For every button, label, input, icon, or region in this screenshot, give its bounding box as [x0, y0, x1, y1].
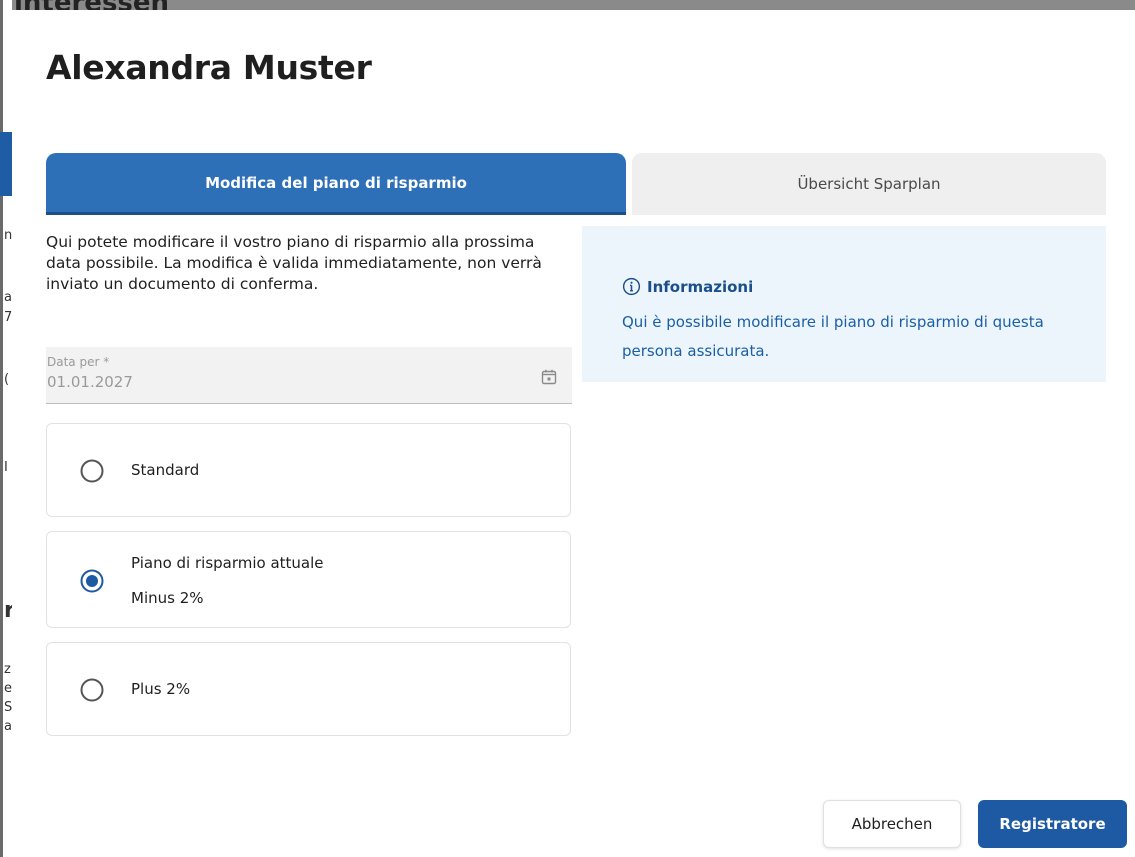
info-circle-icon [622, 277, 641, 296]
background-scrollbar [0, 0, 3, 857]
background-text-fragment: a [4, 719, 12, 734]
background-text-fragment: n [4, 228, 12, 243]
background-text-fragment: ( [4, 372, 10, 387]
cancel-button[interactable]: Abbrechen [823, 800, 961, 848]
date-field-label: Data per * [47, 355, 110, 369]
modal-title: Alexandra Muster [46, 48, 372, 87]
info-header: Informazioni [622, 277, 753, 296]
tab-savings-plan-overview[interactable]: Übersicht Sparplan [632, 153, 1106, 215]
description-text: Qui potete modificare il vostro piano di… [46, 233, 542, 293]
tab-edit-savings-plan[interactable]: Modifica del piano di risparmio [46, 153, 626, 215]
info-box: Informazioni Qui è possibile modificare … [582, 226, 1106, 382]
background-text-fragment: 7 [4, 310, 12, 325]
info-title: Informazioni [647, 277, 754, 296]
date-input[interactable] [46, 373, 517, 391]
submit-button[interactable]: Registratore [978, 800, 1127, 848]
date-field[interactable]: Data per * [46, 347, 572, 404]
background-page: n a 7 ( I r z e S a [0, 0, 12, 857]
option-label: Standard [131, 461, 200, 479]
radio-unchecked-icon[interactable] [80, 678, 104, 702]
option-sublabel: Minus 2% [131, 589, 204, 607]
background-text-fragment: a [4, 290, 12, 305]
savings-plan-modal: Alexandra Muster Modifica del piano di r… [12, 10, 1135, 857]
option-plus-2[interactable]: Plus 2% [46, 642, 571, 736]
radio-checked-icon[interactable] [80, 569, 104, 593]
calendar-icon[interactable] [540, 368, 558, 386]
background-accent-bar [0, 132, 12, 196]
info-text: Qui è possibile modificare il piano di r… [622, 313, 1044, 360]
background-text-fragment: r [4, 598, 12, 623]
background-header: interessen [0, 0, 1135, 18]
option-standard[interactable]: Standard [46, 423, 571, 517]
option-current-plan[interactable]: Piano di risparmio attuale Minus 2% [46, 531, 571, 628]
option-label: Piano di risparmio attuale [131, 554, 324, 572]
option-label: Plus 2% [131, 680, 191, 698]
background-text-fragment: I [4, 460, 8, 475]
radio-unchecked-icon[interactable] [80, 459, 104, 483]
background-text-fragment: e [4, 681, 12, 696]
background-text-fragment: z [4, 662, 11, 677]
background-text-fragment: S [4, 700, 12, 715]
